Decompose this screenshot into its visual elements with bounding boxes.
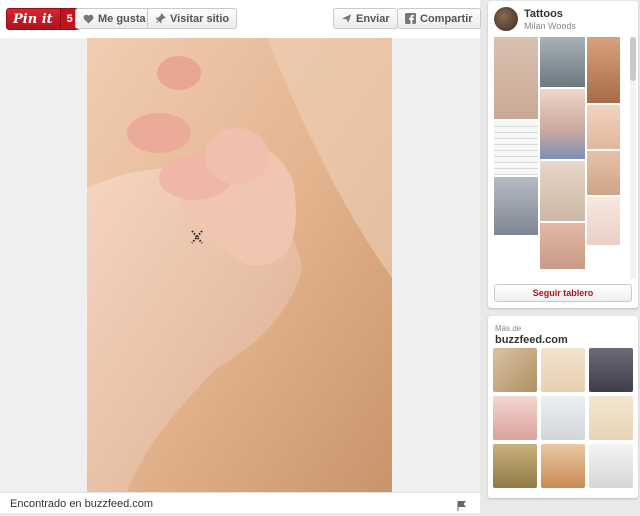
related-pin-thumb[interactable] [589,348,633,392]
board-thumb[interactable] [540,37,585,87]
pin-photo[interactable] [87,38,392,492]
related-pin-thumb[interactable] [493,348,537,392]
related-pin-thumb[interactable] [589,396,633,440]
related-pin-thumb[interactable] [493,396,537,440]
board-thumb[interactable] [587,37,620,103]
board-thumb[interactable] [494,121,538,175]
more-from-site[interactable]: buzzfeed.com [495,334,568,346]
board-thumbnails [492,37,634,279]
facebook-icon [405,13,416,24]
board-thumb[interactable] [494,177,538,235]
pin-footer: Encontrado en buzzfeed.com [0,492,480,513]
board-card: Tattoos Milan Woods Seguir tablero [488,1,638,308]
board-scrollbar[interactable] [630,37,636,279]
like-button[interactable]: Me gusta [75,8,154,29]
pin-image-area [0,38,480,492]
heart-icon [83,14,94,24]
related-pin-thumb[interactable] [541,444,585,488]
follow-board-button[interactable]: Seguir tablero [494,284,632,302]
more-from-label: Más de [495,324,522,333]
visit-site-button[interactable]: Visitar sitio [147,8,238,29]
board-thumb[interactable] [540,89,585,159]
like-label: Me gusta [98,12,146,25]
board-owner-name[interactable]: Milan Woods [524,21,576,31]
board-name[interactable]: Tattoos [524,8,563,20]
related-pin-thumb[interactable] [493,444,537,488]
related-pin-thumb[interactable] [541,396,585,440]
pin-icon [155,13,166,24]
board-thumb[interactable] [540,223,585,269]
visit-site-label: Visitar sitio [170,12,230,25]
board-thumb[interactable] [587,151,620,195]
pin-toolbar: Pin it 5 Me gusta Visitar sitio Enviar C… [0,0,481,39]
share-label: Compartir [420,12,473,25]
source-link[interactable]: Encontrado en buzzfeed.com [10,498,153,510]
pin-main-panel: Pin it 5 Me gusta Visitar sitio Enviar C… [0,0,481,513]
pin-it-button[interactable]: Pin it 5 [6,8,80,30]
board-owner-avatar[interactable] [494,7,518,31]
pin-it-label: Pin it [13,11,53,27]
send-icon [341,13,352,24]
send-label: Enviar [356,12,390,25]
scrollbar-thumb[interactable] [630,37,636,81]
more-from-site-card: Más de buzzfeed.com [488,316,638,498]
flag-icon[interactable] [457,498,467,516]
related-pin-thumb[interactable] [541,348,585,392]
share-button[interactable]: Compartir [397,8,481,29]
board-thumb[interactable] [587,105,620,149]
send-button[interactable]: Enviar [333,8,398,29]
board-thumb[interactable] [494,37,538,119]
more-from-thumbnails [493,348,635,493]
board-thumb[interactable] [540,161,585,221]
board-thumb[interactable] [587,197,620,245]
related-pin-thumb[interactable] [589,444,633,488]
